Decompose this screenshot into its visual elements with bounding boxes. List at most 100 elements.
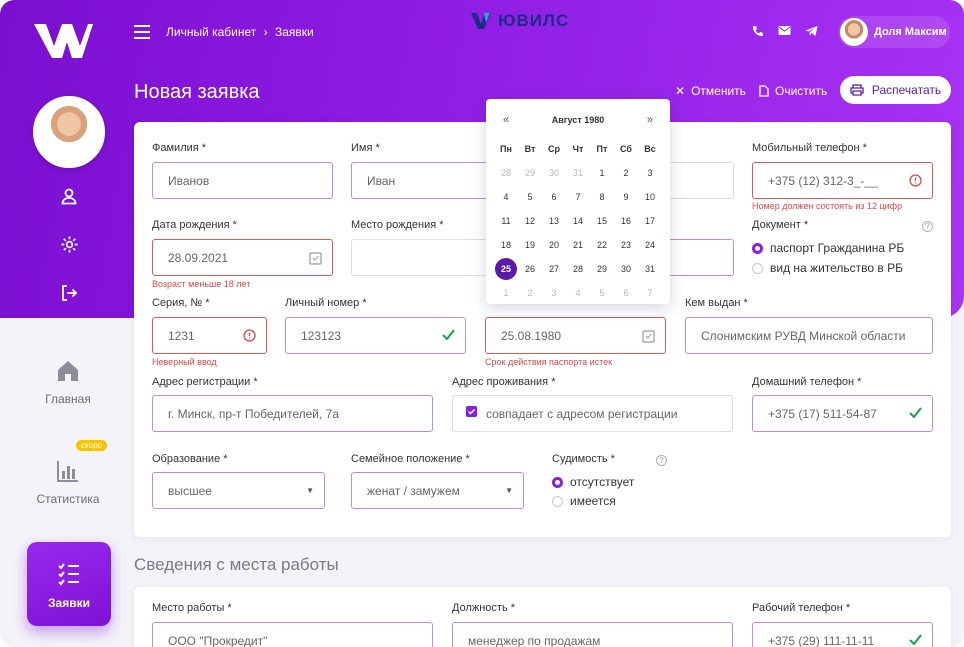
calendar-day[interactable]: 9 <box>614 192 638 202</box>
month-label[interactable]: Август 1980 <box>486 115 670 125</box>
personal-no-input[interactable]: 123123 <box>285 317 466 354</box>
phone-icon[interactable] <box>752 25 764 37</box>
name-label: Имя * <box>351 142 380 154</box>
surname-input[interactable]: Иванов <box>152 162 333 199</box>
position-value: менеджер по продажам <box>468 633 601 647</box>
calendar-day[interactable]: 6 <box>614 288 638 298</box>
calendar-day[interactable]: 1 <box>494 288 518 298</box>
gear-icon[interactable] <box>58 233 80 255</box>
calendar-day[interactable]: 28 <box>494 168 518 178</box>
calendar-day[interactable]: 1 <box>590 168 614 178</box>
calendar-day[interactable]: 4 <box>494 192 518 202</box>
calendar-day[interactable]: 4 <box>566 288 590 298</box>
calendar-icon[interactable] <box>309 251 322 265</box>
calendar-day[interactable]: 6 <box>542 192 566 202</box>
calendar-day[interactable]: 2 <box>614 168 638 178</box>
work-phone-input[interactable]: +375 (29) 111-11-11 <box>752 622 933 647</box>
calendar-day[interactable]: 26 <box>518 264 542 274</box>
reg-address-input[interactable]: г. Минск, пр-т Победителей, 7а <box>152 395 433 432</box>
home-phone-input[interactable]: +375 (17) 511-54-87 <box>752 395 933 432</box>
calendar-day[interactable]: 31 <box>566 168 590 178</box>
calendar-day[interactable]: 5 <box>590 288 614 298</box>
reg-address-value: г. Минск, пр-т Победителей, 7а <box>168 406 340 421</box>
same-address-checkbox[interactable] <box>466 406 477 417</box>
calendar-day[interactable]: 3 <box>638 168 662 178</box>
calendar-day[interactable]: 18 <box>494 240 518 250</box>
calendar-day[interactable]: 17 <box>638 216 662 226</box>
passport-expiry-value: 25.08.1980 <box>501 328 562 343</box>
sidebar-item-applications[interactable]: Заявки <box>27 542 111 626</box>
calendar-day[interactable]: 3 <box>542 288 566 298</box>
live-address-input[interactable]: совпадает с адресом регистрации <box>452 395 733 432</box>
calendar-day[interactable]: 11 <box>494 216 518 226</box>
calendar-day[interactable]: 12 <box>518 216 542 226</box>
logout-icon[interactable] <box>58 282 80 304</box>
clear-button[interactable]: Очистить <box>759 84 827 98</box>
calendar-day[interactable]: 21 <box>566 240 590 250</box>
calendar-day[interactable]: 24 <box>638 240 662 250</box>
calendar-day[interactable]: 27 <box>542 264 566 274</box>
sidebar-item-home[interactable]: Главная <box>0 358 136 406</box>
education-select[interactable]: высшее ▼ <box>152 472 325 509</box>
document-option-residence[interactable]: вид на жительство в РБ <box>752 261 903 275</box>
calendar-day[interactable]: 15 <box>590 216 614 226</box>
avatar[interactable] <box>33 96 105 168</box>
work-section-title: Сведения с места работы <box>134 555 339 574</box>
position-label: Должность * <box>452 602 516 614</box>
next-month-button[interactable]: » <box>647 114 653 126</box>
help-icon[interactable]: ? <box>922 221 933 232</box>
work-place-input[interactable]: ООО "Прокредит" <box>152 622 433 647</box>
issued-by-input[interactable]: Слонимским РУВД Минской области <box>685 317 933 354</box>
mobile-input[interactable]: +375 (12) 312-3_-__ <box>752 162 933 199</box>
middle-name-input[interactable] <box>660 162 734 199</box>
calendar-day[interactable]: 23 <box>614 240 638 250</box>
calendar-icon[interactable] <box>642 329 655 343</box>
calendar-day[interactable]: 20 <box>542 240 566 250</box>
calendar-day[interactable]: 5 <box>518 192 542 202</box>
calendar-day[interactable]: 14 <box>566 216 590 226</box>
calendar-day-selected[interactable]: 25 <box>494 258 518 280</box>
birth-date-label: Дата рождения * <box>152 219 237 231</box>
document-option-passport[interactable]: паспорт Гражданина РБ <box>752 241 904 255</box>
sidebar-item-statistics[interactable]: Статистика <box>0 458 136 506</box>
series-input[interactable]: 1231 <box>152 317 267 354</box>
birth-date-input[interactable]: 28.09.2021 <box>152 239 333 276</box>
calendar-day[interactable]: 29 <box>518 168 542 178</box>
marital-select[interactable]: женат / замужем ▼ <box>351 472 524 509</box>
passport-expiry-input[interactable]: 25.08.1980 <box>485 317 666 354</box>
sidebar: Главная скоро Статистика Заявки <box>0 0 136 647</box>
name-input[interactable]: Иван <box>351 162 501 199</box>
calendar-day[interactable]: 13 <box>542 216 566 226</box>
user-menu[interactable]: Доля Максим <box>838 16 950 48</box>
breadcrumb-item[interactable]: Личный кабинет <box>166 25 256 39</box>
calendar-day[interactable]: 29 <box>590 264 614 274</box>
telegram-icon[interactable] <box>805 25 818 37</box>
birth-place-input[interactable] <box>351 239 501 276</box>
calendar-day[interactable]: 7 <box>638 288 662 298</box>
calendar-day[interactable]: 7 <box>566 192 590 202</box>
cancel-button[interactable]: ✕ Отменить <box>675 84 746 98</box>
user-icon[interactable] <box>58 185 80 207</box>
calendar-day[interactable]: 30 <box>542 168 566 178</box>
calendar-day[interactable]: 10 <box>638 192 662 202</box>
calendar-day[interactable]: 22 <box>590 240 614 250</box>
calendar-day[interactable]: 28 <box>566 264 590 274</box>
live-address-label: Адрес проживания * <box>452 376 556 388</box>
logo-icon[interactable] <box>32 20 94 62</box>
position-input[interactable]: менеджер по продажам <box>452 622 733 647</box>
menu-icon[interactable] <box>134 25 150 39</box>
calendar-day[interactable]: 19 <box>518 240 542 250</box>
conviction-option-none[interactable]: отсутствует <box>552 475 634 489</box>
calendar-day[interactable]: 30 <box>614 264 638 274</box>
help-icon[interactable]: ? <box>656 455 667 466</box>
calendar-day[interactable]: 8 <box>590 192 614 202</box>
conviction-option-has[interactable]: имеется <box>552 494 616 508</box>
brand-logo[interactable]: ЮВИЛС <box>470 11 569 31</box>
print-button[interactable]: Распечатать <box>840 76 951 104</box>
radio-label: отсутствует <box>570 475 635 489</box>
calendar-day[interactable]: 16 <box>614 216 638 226</box>
citizenship-input[interactable] <box>660 239 734 276</box>
calendar-day[interactable]: 2 <box>518 288 542 298</box>
calendar-day[interactable]: 31 <box>638 264 662 274</box>
mail-icon[interactable] <box>778 25 791 36</box>
